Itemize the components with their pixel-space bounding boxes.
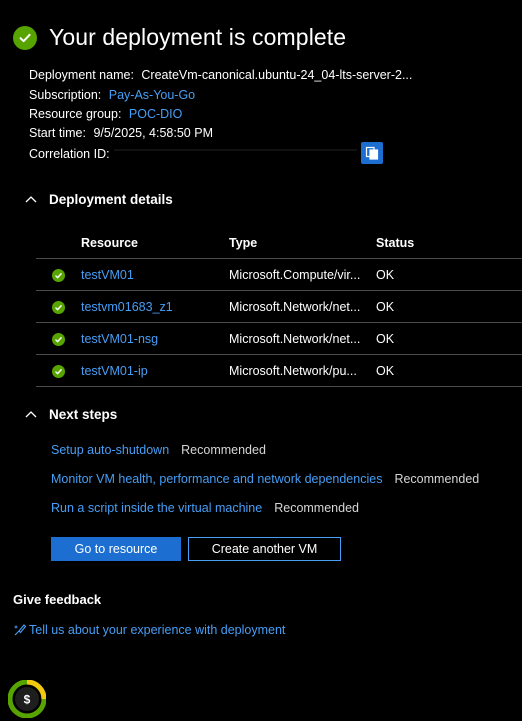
success-check-icon (52, 268, 65, 282)
page-title: Your deployment is complete (49, 24, 347, 50)
start-time-value: 9/5/2025, 4:58:50 PM (93, 126, 213, 140)
redacted-correlation-id (113, 149, 357, 161)
table-row: testvm01683_z1 Microsoft.Network/net... … (36, 290, 522, 323)
subscription-link[interactable]: Pay-As-You-Go (109, 88, 195, 102)
feedback-icon (14, 624, 27, 636)
resource-status: OK (376, 322, 522, 355)
resource-type: Microsoft.Network/net... (229, 322, 376, 355)
start-time-label: Start time: (29, 126, 86, 140)
chevron-up-icon (25, 411, 37, 418)
table-header-row: Resource Type Status (36, 228, 522, 259)
success-check-icon (13, 25, 37, 50)
copy-correlation-id-button[interactable] (361, 142, 383, 164)
correlation-id-row: Correlation ID: (29, 147, 357, 161)
deployment-name-label: Deployment name: (29, 68, 134, 82)
column-header-type: Type (229, 236, 258, 250)
success-check-icon (52, 332, 65, 346)
deployment-name-value: CreateVm-canonical.ubuntu-24_04-lts-serv… (141, 68, 413, 82)
create-another-vm-button[interactable]: Create another VM (188, 537, 341, 561)
resource-status: OK (376, 354, 522, 387)
resource-link[interactable]: testVM01-ip (81, 354, 229, 387)
chevron-up-icon (25, 196, 37, 203)
correlation-id-label: Correlation ID: (29, 147, 110, 161)
resource-link[interactable]: testVM01-nsg (81, 322, 229, 355)
resource-type: Microsoft.Network/pu... (229, 354, 376, 387)
recommended-tag: Recommended (274, 501, 359, 515)
run-script-link[interactable]: Run a script inside the virtual machine (51, 501, 262, 515)
feedback-link-text: Tell us about your experience with deplo… (29, 623, 286, 637)
resource-status: OK (376, 290, 522, 323)
resource-group-label: Resource group: (29, 107, 122, 121)
column-header-resource: Resource (81, 236, 138, 250)
copy-icon (365, 146, 379, 160)
table-row: testVM01-ip Microsoft.Network/pu... OK (36, 354, 522, 387)
resource-type: Microsoft.Network/net... (229, 290, 376, 323)
table-row: testVM01-nsg Microsoft.Network/net... OK (36, 322, 522, 355)
subscription-row: Subscription: Pay-As-You-Go (29, 88, 195, 102)
give-feedback-heading: Give feedback (13, 592, 102, 607)
cost-management-icon[interactable]: $ (7, 679, 47, 719)
resource-status: OK (376, 258, 522, 291)
success-check-icon (52, 364, 65, 378)
column-header-status: Status (376, 236, 415, 250)
dollar-symbol: $ (24, 693, 31, 707)
deployment-resources-table: Resource Type Status testVM01 Microsoft.… (36, 228, 522, 387)
start-time-row: Start time: 9/5/2025, 4:58:50 PM (29, 126, 213, 140)
subscription-label: Subscription: (29, 88, 102, 102)
resource-type: Microsoft.Compute/vir... (229, 258, 376, 291)
next-step-item: Run a script inside the virtual machine R… (51, 501, 359, 515)
table-row: testVM01 Microsoft.Compute/vir... OK (36, 258, 522, 291)
monitor-vm-health-link[interactable]: Monitor VM health, performance and netwo… (51, 472, 382, 486)
next-steps-heading: Next steps (49, 406, 118, 422)
resource-link[interactable]: testvm01683_z1 (81, 290, 229, 323)
go-to-resource-button[interactable]: Go to resource (51, 537, 181, 561)
recommended-tag: Recommended (181, 443, 266, 457)
setup-auto-shutdown-link[interactable]: Setup auto-shutdown (51, 443, 169, 457)
deployment-details-toggle[interactable]: Deployment details (23, 191, 173, 207)
recommended-tag: Recommended (394, 472, 480, 486)
next-step-item: Setup auto-shutdown Recommended (51, 443, 266, 457)
resource-link[interactable]: testVM01 (81, 258, 229, 291)
deployment-status-header: Your deployment is complete (13, 24, 346, 51)
resource-group-link[interactable]: POC-DIO (129, 107, 182, 121)
deployment-details-heading: Deployment details (49, 191, 173, 207)
deployment-name-row: Deployment name: CreateVm-canonical.ubun… (29, 68, 412, 82)
resource-group-row: Resource group: POC-DIO (29, 107, 182, 121)
next-step-item: Monitor VM health, performance and netwo… (51, 472, 479, 486)
feedback-link[interactable]: Tell us about your experience with deplo… (13, 623, 285, 637)
next-steps-toggle[interactable]: Next steps (23, 406, 117, 422)
success-check-icon (52, 300, 65, 314)
